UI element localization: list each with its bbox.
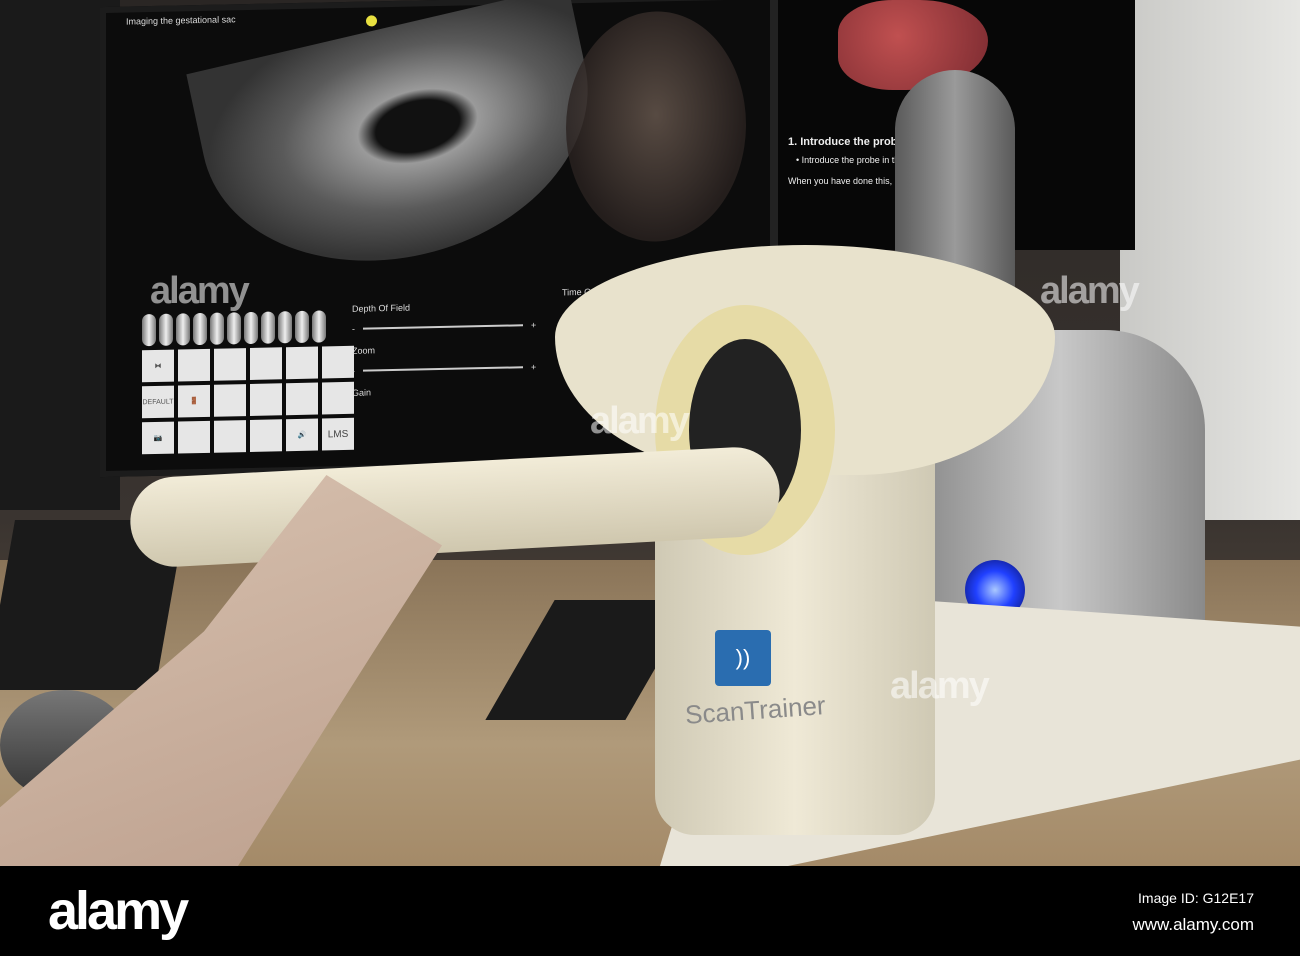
- depth-label: Depth Of Field: [352, 302, 411, 314]
- photo-scene: Imaging the gestational sac ⧓ DEFAULT 🚪 📷…: [0, 0, 1300, 866]
- alamy-url: www.alamy.com: [1132, 915, 1254, 934]
- freeze-button[interactable]: ⧓: [142, 349, 174, 383]
- alamy-logo: alamy: [48, 881, 189, 941]
- camera-icon[interactable]: 📷: [142, 421, 174, 455]
- indicator-dot: [366, 15, 377, 27]
- watermark: alamy: [590, 400, 690, 442]
- watermark-banner: [0, 866, 1300, 956]
- tool-grid: ⧓ DEFAULT 🚪 📷 🔊 LMS: [142, 345, 354, 455]
- default-button[interactable]: DEFAULT: [142, 385, 174, 419]
- depth-plus[interactable]: +: [531, 320, 536, 330]
- zoom-slider[interactable]: [363, 366, 523, 372]
- watermark: alamy: [1040, 270, 1140, 312]
- ultrasound-image: [186, 0, 616, 299]
- zoom-minus[interactable]: -: [352, 366, 355, 376]
- instruction-bullet: • Introduce the probe in the: [796, 155, 905, 165]
- exit-icon[interactable]: 🚪: [178, 384, 210, 418]
- scan-title: Imaging the gestational sac: [126, 14, 236, 27]
- watermark: alamy: [150, 270, 250, 312]
- preset-buttons[interactable]: [142, 310, 342, 347]
- image-id: Image ID: G12E17: [1138, 890, 1254, 906]
- gain-label: Gain: [352, 387, 372, 398]
- depth-slider[interactable]: [363, 324, 523, 330]
- lms-button[interactable]: LMS: [322, 417, 354, 451]
- instruction-followup: When you have done this, click: [788, 176, 913, 186]
- speaker-icon[interactable]: 🔊: [286, 418, 318, 452]
- watermark: alamy: [890, 665, 990, 707]
- reflection-face: [566, 9, 746, 244]
- zoom-plus[interactable]: +: [531, 362, 536, 372]
- scantrainer-logo-icon: )): [715, 630, 771, 686]
- instruction-heading: 1. Introduce the probe: [788, 136, 904, 148]
- depth-minus[interactable]: -: [352, 324, 355, 334]
- zoom-label: Zoom: [352, 345, 376, 356]
